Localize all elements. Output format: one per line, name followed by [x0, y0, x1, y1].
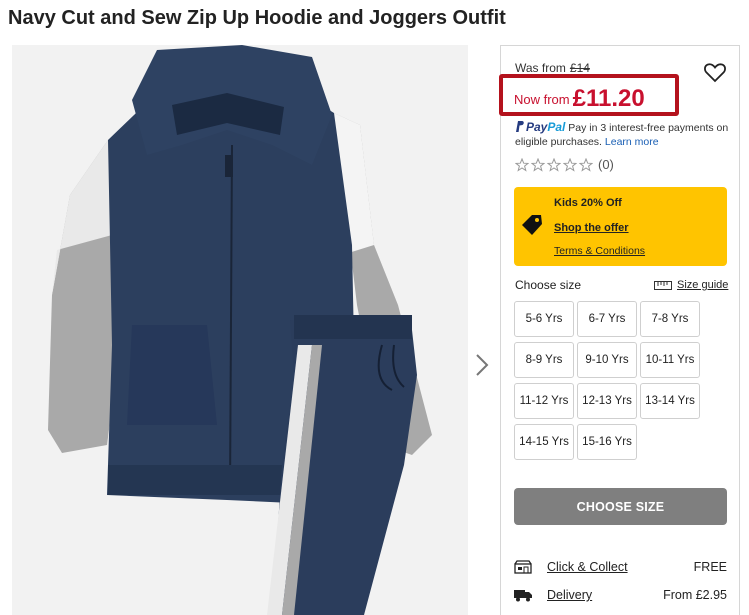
paypal-icon: [516, 121, 524, 132]
rating[interactable]: (0): [515, 157, 614, 172]
choose-size-label: Choose size: [515, 278, 582, 292]
size-guide-label: Size guide: [677, 279, 729, 291]
offer-title: Kids 20% Off: [554, 197, 622, 209]
offer-banner: Kids 20% Off Shop the offer Terms & Cond…: [514, 187, 727, 266]
rating-count: (0): [598, 157, 614, 172]
ruler-icon: [654, 280, 672, 290]
now-price: £11.20: [572, 85, 645, 112]
truck-icon: [514, 590, 532, 602]
was-price-value: £14: [569, 61, 590, 75]
now-price-highlight: Now from £11.20: [499, 74, 679, 116]
size-option[interactable]: 7-8 Yrs: [640, 301, 700, 337]
shop-offer-link[interactable]: Shop the offer: [554, 222, 629, 234]
paypal-logo: PayPal: [526, 120, 566, 134]
size-option[interactable]: 14-15 Yrs: [514, 424, 574, 460]
size-option[interactable]: 15-16 Yrs: [577, 424, 637, 460]
heart-icon[interactable]: [703, 60, 727, 84]
chevron-right-icon[interactable]: [472, 350, 492, 380]
choose-size-button[interactable]: CHOOSE SIZE: [514, 488, 727, 525]
purchase-panel: Was from £14 Now from £11.20 PayPal Pay in…: [499, 45, 740, 615]
star-icon: [579, 157, 593, 172]
size-options: 5-6 Yrs 6-7 Yrs 7-8 Yrs 8-9 Yrs 9-10 Yrs…: [514, 301, 700, 460]
product-image[interactable]: [12, 45, 468, 615]
star-icon: [531, 157, 545, 172]
store-icon: [514, 560, 532, 574]
size-guide-link[interactable]: Size guide: [654, 279, 728, 291]
size-option[interactable]: 13-14 Yrs: [640, 383, 700, 419]
tag-icon: [522, 215, 542, 235]
delivery-price: From £2.95: [663, 588, 727, 602]
size-option[interactable]: 10-11 Yrs: [640, 342, 700, 378]
click-collect-row: Click & Collect FREE: [514, 559, 727, 577]
paypal-message: PayPal Pay in 3 interest-free payments o…: [515, 120, 735, 149]
click-collect-price: FREE: [693, 560, 727, 574]
click-collect-link[interactable]: Click & Collect: [547, 560, 628, 574]
page-title: Navy Cut and Sew Zip Up Hoodie and Jogge…: [8, 7, 506, 29]
hoodie-joggers-illustration: [12, 45, 468, 615]
delivery-row: Delivery From £2.95: [514, 587, 727, 605]
was-label: Was from: [515, 61, 566, 75]
star-icon: [563, 157, 577, 172]
terms-link[interactable]: Terms & Conditions: [554, 245, 645, 257]
was-price: Was from £14: [515, 61, 590, 75]
paypal-learn-more-link[interactable]: Learn more: [605, 136, 659, 148]
size-option[interactable]: 11-12 Yrs: [514, 383, 574, 419]
delivery-link[interactable]: Delivery: [547, 588, 592, 602]
size-option[interactable]: 8-9 Yrs: [514, 342, 574, 378]
star-icon: [515, 157, 529, 172]
size-option[interactable]: 5-6 Yrs: [514, 301, 574, 337]
size-option[interactable]: 12-13 Yrs: [577, 383, 637, 419]
now-label: Now from: [514, 92, 570, 107]
star-icon: [547, 157, 561, 172]
size-option[interactable]: 6-7 Yrs: [577, 301, 637, 337]
size-option[interactable]: 9-10 Yrs: [577, 342, 637, 378]
